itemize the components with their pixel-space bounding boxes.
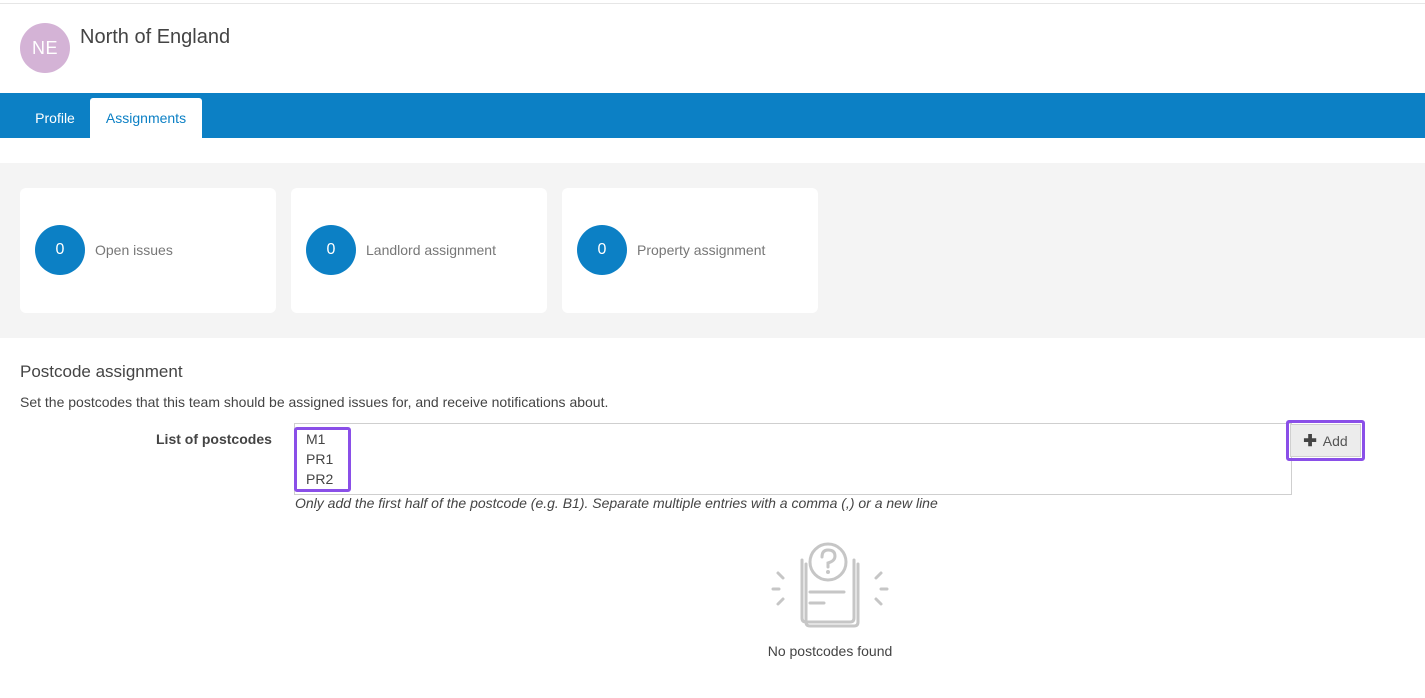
stat-card-open-issues: 0 Open issues — [20, 188, 276, 313]
tab-profile[interactable]: Profile — [20, 98, 90, 138]
section-title: Postcode assignment — [20, 362, 183, 381]
postcodes-highlight — [294, 427, 351, 492]
empty-state-text: No postcodes found — [767, 643, 893, 659]
postcodes-hint: Only add the first half of the postcode … — [295, 495, 938, 511]
stat-card-landlord-assignment: 0 Landlord assignment — [291, 188, 547, 313]
stat-label: Open issues — [95, 242, 173, 258]
tab-bar: Profile Assignments — [0, 93, 1425, 138]
add-button-highlight — [1286, 420, 1365, 461]
tab-assignments[interactable]: Assignments — [90, 98, 202, 138]
page-title: North of England — [80, 26, 231, 48]
section-description: Set the postcodes that this team should … — [20, 394, 609, 410]
stat-label: Landlord assignment — [366, 242, 496, 258]
stat-label: Property assignment — [637, 242, 766, 258]
avatar: NE — [20, 23, 70, 73]
stat-count: 0 — [306, 225, 356, 275]
team-header: NE North of England — [0, 0, 1425, 93]
stat-count: 0 — [577, 225, 627, 275]
postcodes-textarea[interactable]: M1 PR1 PR2 — [294, 423, 1292, 495]
postcodes-field-label: List of postcodes — [156, 431, 272, 447]
stat-card-property-assignment: 0 Property assignment — [562, 188, 818, 313]
stat-count: 0 — [35, 225, 85, 275]
stats-panel: 0 Open issues 0 Landlord assignment 0 Pr… — [0, 163, 1425, 338]
question-document-icon — [768, 540, 892, 632]
